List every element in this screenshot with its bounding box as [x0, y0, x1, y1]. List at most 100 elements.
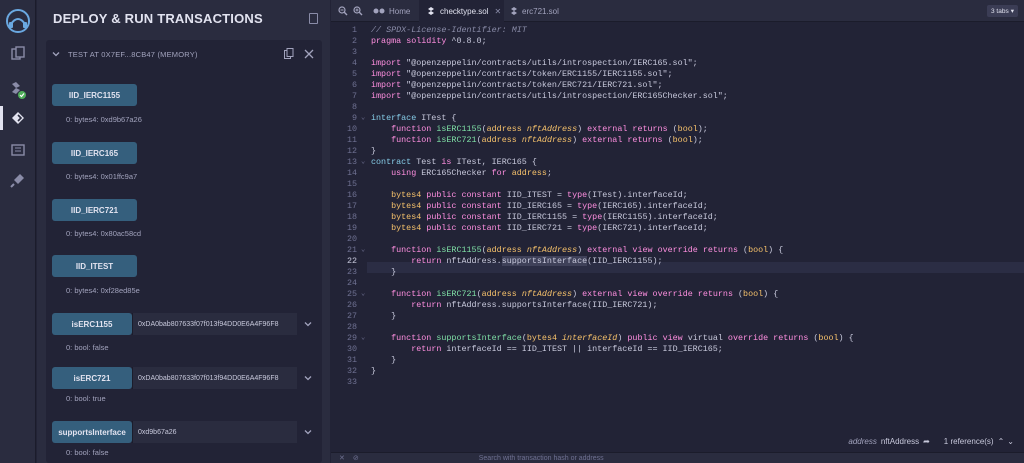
line-number: 27	[346, 311, 357, 321]
fold-icon[interactable]: ⌄	[361, 113, 365, 122]
close-icon[interactable]	[304, 48, 314, 59]
code-line: function isERC1155(address nftAddress) e…	[391, 124, 708, 134]
debugger-icon[interactable]	[0, 136, 36, 164]
expand-params-toggle[interactable]	[299, 313, 317, 335]
panel-doc-icon[interactable]	[309, 13, 318, 24]
line-number: 6	[351, 80, 357, 90]
fold-icon[interactable]: ⌄	[361, 245, 365, 254]
instance-title: TEST AT 0X7EF...8CB47 (MEMORY)	[68, 49, 198, 59]
solidity-icon	[511, 7, 517, 15]
close-terminal-icon[interactable]: ✕	[339, 454, 345, 462]
code-line: bytes4 public constant IID_IERC1155 = ty…	[391, 212, 718, 222]
tab-home[interactable]: Home	[367, 0, 416, 22]
line-number: 7	[351, 91, 357, 101]
function-output: 0: bytes4: 0x80ac58cd	[66, 229, 142, 238]
code-line: using ERC165Checker for address;	[391, 168, 552, 178]
code-line: bytes4 public constant IID_IERC721 = typ…	[391, 223, 708, 233]
function-output: 0: bytes4: 0xf28ed85e	[66, 286, 140, 295]
line-number: 31	[346, 355, 357, 365]
zoom-in-icon[interactable]	[352, 5, 363, 16]
tabs-count-dropdown[interactable]: 3 tabs ▾	[987, 5, 1018, 17]
function-row: isERC721 0xDA0bab807633f07f013f94DD0E6A4…	[52, 367, 317, 389]
line-number: 5	[351, 69, 357, 79]
copy-icon[interactable]	[284, 48, 294, 59]
chevron-down-icon[interactable]: ⌄	[1007, 437, 1014, 446]
code-line: return interfaceId == IID_ITEST || inter…	[411, 344, 723, 354]
address-input[interactable]: 0xDA0bab807633f07f013f94DD0E6A4F96F8	[132, 313, 297, 335]
function-output: 0: bool: true	[66, 394, 106, 403]
code-line: }	[371, 267, 397, 277]
line-number: 20	[346, 234, 357, 244]
tab-checktype-sol[interactable]: checktype.sol ✕	[419, 0, 504, 22]
interface-id-input[interactable]: 0xd9b67a26	[132, 421, 297, 443]
code-line: contract Test is ITest, IERC165 {	[371, 157, 537, 167]
line-number: 18	[346, 212, 357, 222]
home-icon	[373, 8, 385, 14]
references-count[interactable]: 1 reference(s)	[944, 437, 994, 446]
zoom-out-icon[interactable]	[337, 5, 348, 16]
line-number: 4	[351, 58, 357, 68]
expand-params-toggle[interactable]	[299, 421, 317, 443]
code-line: bytes4 public constant IID_IERC165 = typ…	[391, 201, 708, 211]
go-to-reference-icon[interactable]: ➦	[923, 437, 930, 446]
chevron-down-icon	[304, 430, 312, 435]
chevron-down-icon	[304, 322, 312, 327]
instance-header[interactable]: TEST AT 0X7EF...8CB47 (MEMORY)	[46, 40, 322, 68]
call-button-iid-itest[interactable]: IID_ITEST	[52, 255, 137, 277]
tab-erc721-sol[interactable]: erc721.sol	[506, 0, 559, 22]
code-line: interface ITest {	[371, 113, 457, 123]
terminal-search-input[interactable]: Search with transaction hash or address	[479, 455, 604, 462]
code-line: function isERC721(address nftAddress) ex…	[391, 135, 703, 145]
tabs-count-label: 3 tabs	[991, 7, 1009, 15]
function-row: isERC1155 0xDA0bab807633f07f013f94DD0E6A…	[52, 313, 317, 335]
file-explorer-icon[interactable]	[0, 40, 36, 68]
deploy-run-icon[interactable]	[0, 104, 36, 132]
remix-logo-icon[interactable]	[0, 6, 36, 36]
fold-icon[interactable]: ⌄	[361, 157, 365, 166]
function-output: 0: bytes4: 0xd9b67a26	[66, 115, 142, 124]
solidity-icon	[428, 7, 434, 15]
terminal-bar: ✕ ⊘ Search with transaction hash or addr…	[331, 452, 1024, 463]
line-number: 11	[346, 135, 357, 145]
code-area[interactable]: 1 // SPDX-License-Identifier: MIT 2 prag…	[331, 22, 1024, 430]
line-number: 21	[346, 245, 357, 255]
function-row: IID_ITEST	[52, 255, 137, 277]
call-button-is-erc1155[interactable]: isERC1155	[52, 313, 132, 335]
line-number: 15	[346, 179, 357, 189]
function-row: IID_IERC721	[52, 199, 137, 221]
fold-icon[interactable]: ⌄	[361, 289, 365, 298]
code-line: import "@openzeppelin/contracts/token/ER…	[371, 80, 663, 90]
solidity-compiler-icon[interactable]	[0, 76, 36, 104]
expand-params-toggle[interactable]	[299, 367, 317, 389]
function-output: 0: bool: false	[66, 343, 109, 352]
clear-terminal-icon[interactable]: ⊘	[353, 454, 359, 462]
call-button-iid-ierc165[interactable]: IID_IERC165	[52, 142, 137, 164]
code-line: function isERC1155(address nftAddress) e…	[391, 245, 784, 255]
chevron-up-icon[interactable]: ⌃	[998, 437, 1005, 446]
close-tab-icon[interactable]: ✕	[494, 7, 501, 16]
line-number: 19	[346, 223, 357, 233]
plugin-manager-icon[interactable]	[0, 166, 36, 194]
fold-icon[interactable]: ⌄	[361, 333, 365, 342]
line-number: 12	[346, 146, 357, 156]
code-line: }	[371, 355, 397, 365]
address-input[interactable]: 0xDA0bab807633f07f013f94DD0E6A4F96F8	[132, 367, 297, 389]
line-number: 22	[346, 256, 357, 266]
call-button-supports-interface[interactable]: supportsInterface	[52, 421, 132, 443]
line-number: 8	[351, 102, 357, 112]
line-number: 23	[346, 267, 357, 277]
line-number: 29	[346, 333, 357, 343]
chevron-down-icon[interactable]	[52, 50, 60, 58]
code-line: function isERC721(address nftAddress) ex…	[391, 289, 779, 299]
call-button-is-erc721[interactable]: isERC721	[52, 367, 132, 389]
code-line: import "@openzeppelin/contracts/utils/in…	[371, 91, 728, 101]
code-line: }	[371, 366, 377, 376]
call-button-iid-ierc721[interactable]: IID_IERC721	[52, 199, 137, 221]
symbol-name: nftAddress	[880, 436, 920, 446]
code-line: import "@openzeppelin/contracts/utils/in…	[371, 58, 698, 68]
code-line: function supportsInterface(bytes4 interf…	[391, 333, 854, 343]
symbol-kind: address	[848, 436, 877, 446]
panel-header: DEPLOY & RUN TRANSACTIONS	[37, 0, 330, 36]
call-button-iid-ierc1155[interactable]: IID_IERC1155	[52, 84, 137, 106]
line-number: 14	[346, 168, 357, 178]
